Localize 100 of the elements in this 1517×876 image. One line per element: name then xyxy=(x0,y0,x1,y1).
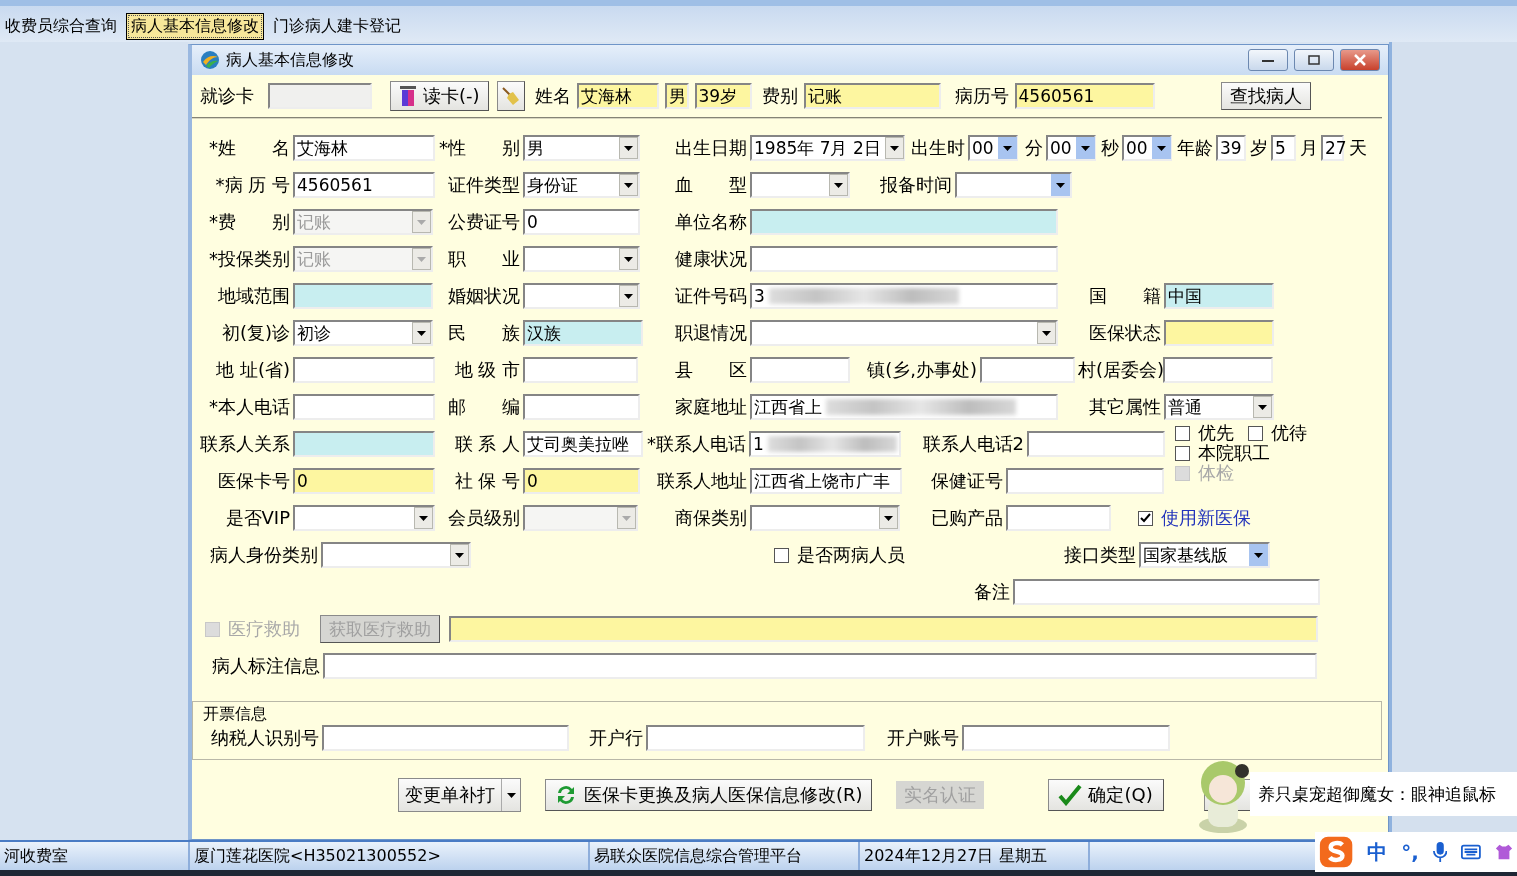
dropdown[interactable]: 00 xyxy=(1046,135,1096,161)
text-field[interactable] xyxy=(750,209,1058,235)
dropdown[interactable] xyxy=(750,505,900,531)
dropdown[interactable] xyxy=(523,283,640,309)
dropdown[interactable]: 国家基线版 xyxy=(1139,542,1270,568)
text-field[interactable] xyxy=(1164,320,1274,346)
dropdown[interactable] xyxy=(321,542,471,568)
text-field[interactable] xyxy=(1006,468,1164,494)
text-field[interactable]: 0 xyxy=(523,209,640,235)
text-field[interactable]: 中国 xyxy=(1164,283,1274,309)
maximize-button[interactable] xyxy=(1294,49,1334,71)
minimize-button[interactable] xyxy=(1248,49,1288,71)
text-field[interactable] xyxy=(750,246,1058,272)
close-button[interactable] xyxy=(1340,49,1380,71)
field-label: 家庭地址 xyxy=(674,395,747,419)
tab[interactable]: 门诊病人建卡登记 xyxy=(268,13,406,40)
field-label: 医保卡号 xyxy=(217,469,290,493)
checkbox-box[interactable] xyxy=(1175,445,1190,461)
text-field[interactable] xyxy=(293,394,435,420)
checkbox-box[interactable] xyxy=(1138,510,1153,526)
text-field[interactable] xyxy=(962,725,1170,751)
field-label: 分 xyxy=(1024,136,1043,160)
checkbox[interactable]: 使用新医保 xyxy=(1138,506,1268,530)
text-field[interactable] xyxy=(1027,431,1165,457)
field-label: 联系人地址 xyxy=(656,469,747,493)
shirt-icon[interactable] xyxy=(1495,842,1513,862)
checkbox[interactable]: 是否两病人员 xyxy=(774,543,905,567)
text-field[interactable] xyxy=(750,357,850,383)
text-field[interactable]: 27 xyxy=(1321,135,1344,161)
card-field[interactable] xyxy=(268,83,372,109)
text-field[interactable] xyxy=(323,653,1317,679)
text-field[interactable] xyxy=(1163,357,1273,383)
text-field[interactable] xyxy=(293,283,433,309)
microphone-icon[interactable] xyxy=(1432,840,1448,864)
text-field[interactable]: 0 xyxy=(523,468,640,494)
checkbox-box[interactable] xyxy=(774,547,789,563)
keyboard-icon[interactable] xyxy=(1461,844,1481,860)
text-field[interactable] xyxy=(646,725,865,751)
text-field[interactable] xyxy=(1006,505,1111,531)
fee-field: 记账 xyxy=(803,83,941,109)
maximize-icon xyxy=(1308,55,1320,65)
dropdown[interactable] xyxy=(750,172,850,198)
text-field[interactable]: 3 xyxy=(750,283,1058,309)
dropdown[interactable] xyxy=(750,320,1058,346)
ime-mode[interactable]: 中 xyxy=(1367,838,1388,866)
text-field[interactable]: 39 xyxy=(1216,135,1246,161)
field-label: 婚姻状况 xyxy=(447,284,520,308)
dropdown[interactable]: 00 xyxy=(1122,135,1172,161)
field-label: 地域范围 xyxy=(217,284,290,308)
text-field[interactable] xyxy=(449,616,1318,642)
text-field[interactable] xyxy=(523,357,638,383)
tab[interactable]: 收费员综合查询 xyxy=(0,13,122,40)
insurance-update-button[interactable]: 医保卡更换及病人医保信息修改(R) xyxy=(545,779,872,811)
text-field[interactable] xyxy=(293,357,435,383)
card-reader-icon xyxy=(399,85,417,107)
dropdown[interactable]: 普通 xyxy=(1164,394,1274,420)
text-field[interactable] xyxy=(322,725,569,751)
field-label: 报备时间 xyxy=(879,173,952,197)
name-field: 艾海林 xyxy=(576,83,659,109)
reprint-button[interactable]: 变更单补打 xyxy=(398,778,521,812)
tab[interactable]: 病人基本信息修改 xyxy=(126,13,264,40)
text-field[interactable] xyxy=(980,357,1075,383)
dropdown[interactable]: 1985年 7月 2日 xyxy=(750,135,905,161)
field-label: 联 系 人 xyxy=(453,432,520,456)
dropdown[interactable]: 初诊 xyxy=(293,320,433,346)
field-label: 民 族 xyxy=(447,321,520,345)
dropdown[interactable] xyxy=(955,172,1072,198)
checkbox[interactable]: 优先 xyxy=(1175,423,1234,443)
dropdown[interactable]: 00 xyxy=(968,135,1018,161)
checkbox[interactable]: 本院职工 xyxy=(1175,443,1307,463)
text-field[interactable]: 江西省上饶市广丰 xyxy=(750,468,902,494)
text-field[interactable]: 1 xyxy=(749,431,901,457)
field-label: 国 籍 xyxy=(1088,284,1161,308)
text-field[interactable]: 0 xyxy=(293,468,435,494)
ime-logo-icon[interactable] xyxy=(1319,834,1354,870)
field-label: *投保类别 xyxy=(208,247,290,271)
dropdown[interactable]: 男 xyxy=(523,135,640,161)
dropdown[interactable]: 身份证 xyxy=(523,172,640,198)
text-field[interactable]: 汉族 xyxy=(523,320,643,346)
text-field[interactable]: 艾司奥美拉唑 xyxy=(523,431,643,457)
checkbox-box[interactable] xyxy=(1248,425,1263,441)
read-card-button[interactable]: 读卡(-) xyxy=(390,81,489,111)
clear-button[interactable] xyxy=(496,81,525,111)
checkbox[interactable]: 优待 xyxy=(1248,423,1307,443)
field-label: *费 别 xyxy=(208,210,290,234)
text-field[interactable]: 5 xyxy=(1271,135,1296,161)
ime-punctuation[interactable]: °, xyxy=(1401,840,1419,864)
text-field[interactable] xyxy=(293,431,435,457)
text-field[interactable] xyxy=(1013,579,1320,605)
text-field[interactable]: 江西省上 xyxy=(750,394,1058,420)
text-field[interactable] xyxy=(523,394,640,420)
text-field[interactable]: 艾海林 xyxy=(293,135,435,161)
find-patient-button[interactable]: 查找病人 xyxy=(1220,82,1311,110)
dropdown[interactable] xyxy=(523,246,640,272)
text-field[interactable]: 4560561 xyxy=(293,172,435,198)
minimize-icon xyxy=(1262,58,1274,62)
ok-button[interactable]: 确定(Q) xyxy=(1047,779,1164,811)
field-label: 病人身份类别 xyxy=(209,543,318,567)
checkbox-box[interactable] xyxy=(1175,425,1190,441)
dropdown[interactable] xyxy=(293,505,435,531)
